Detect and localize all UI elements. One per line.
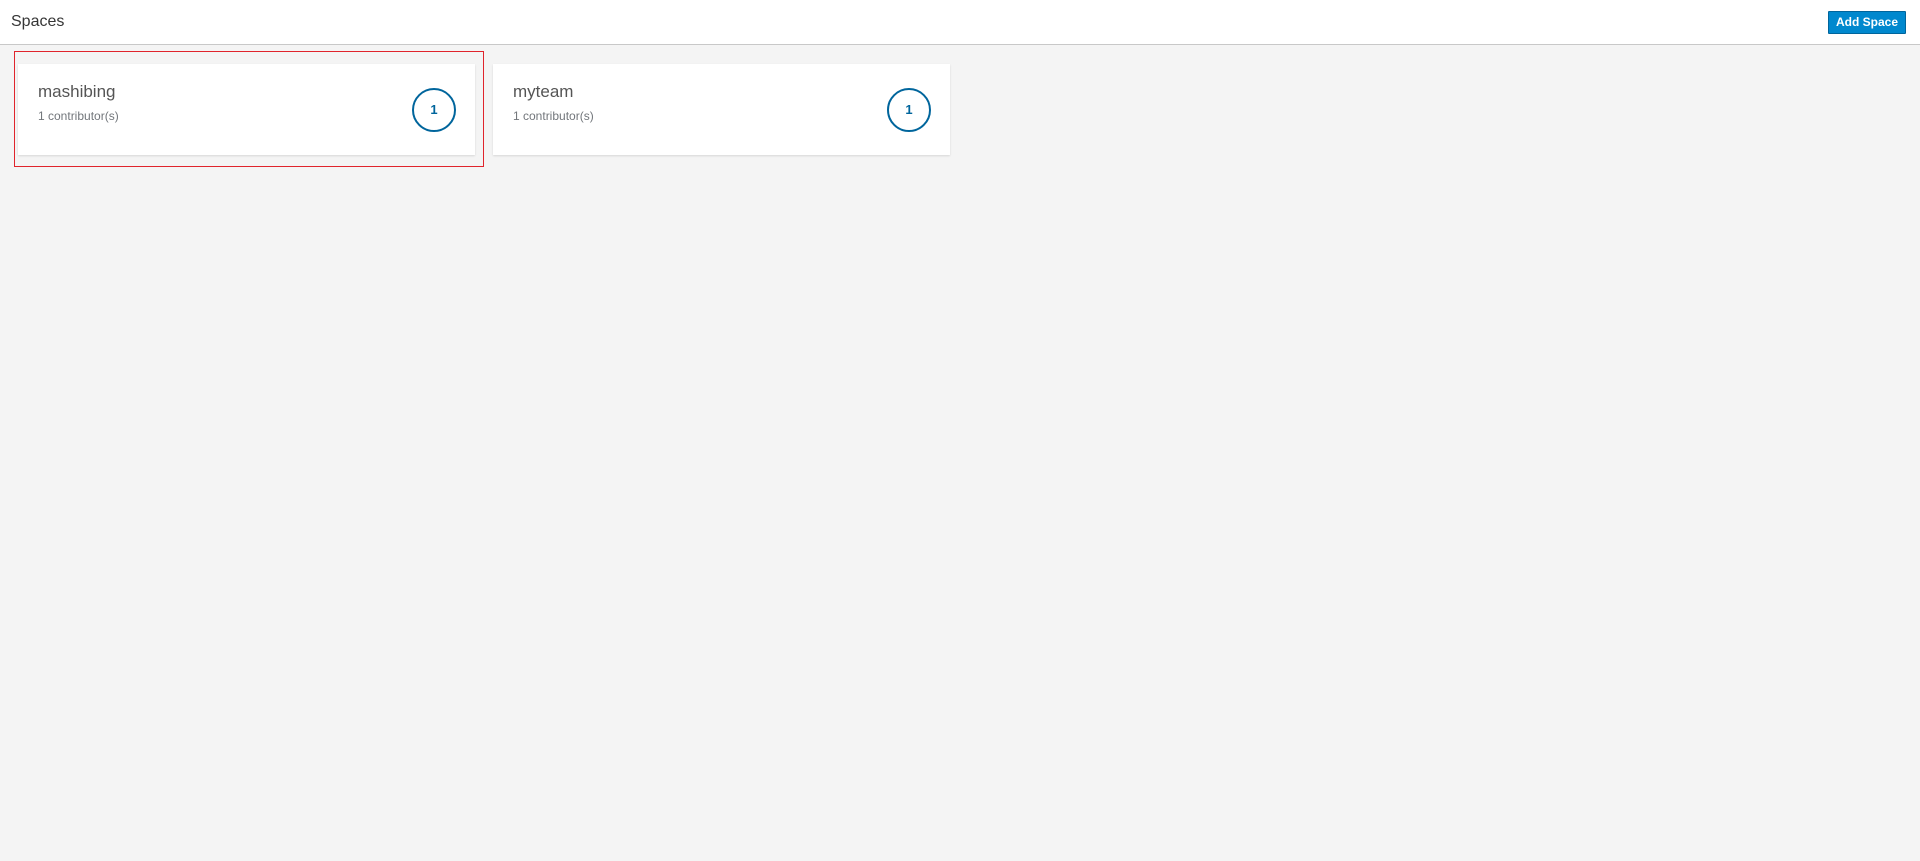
space-card[interactable]: mashibing 1 contributor(s) 1	[18, 64, 475, 155]
contributor-count-badge: 1	[412, 88, 456, 132]
contributor-count-label: 1 contributor(s)	[38, 109, 119, 123]
add-space-button[interactable]: Add Space	[1827, 11, 1906, 34]
page-header: Spaces Add Space	[0, 0, 1920, 45]
contributor-count-label: 1 contributor(s)	[513, 109, 594, 123]
space-name: mashibing	[38, 82, 116, 101]
space-card[interactable]: myteam 1 contributor(s) 1	[493, 64, 950, 155]
contributor-count-badge: 1	[887, 88, 931, 132]
page-title: Spaces	[11, 13, 65, 30]
space-name: myteam	[513, 82, 574, 101]
